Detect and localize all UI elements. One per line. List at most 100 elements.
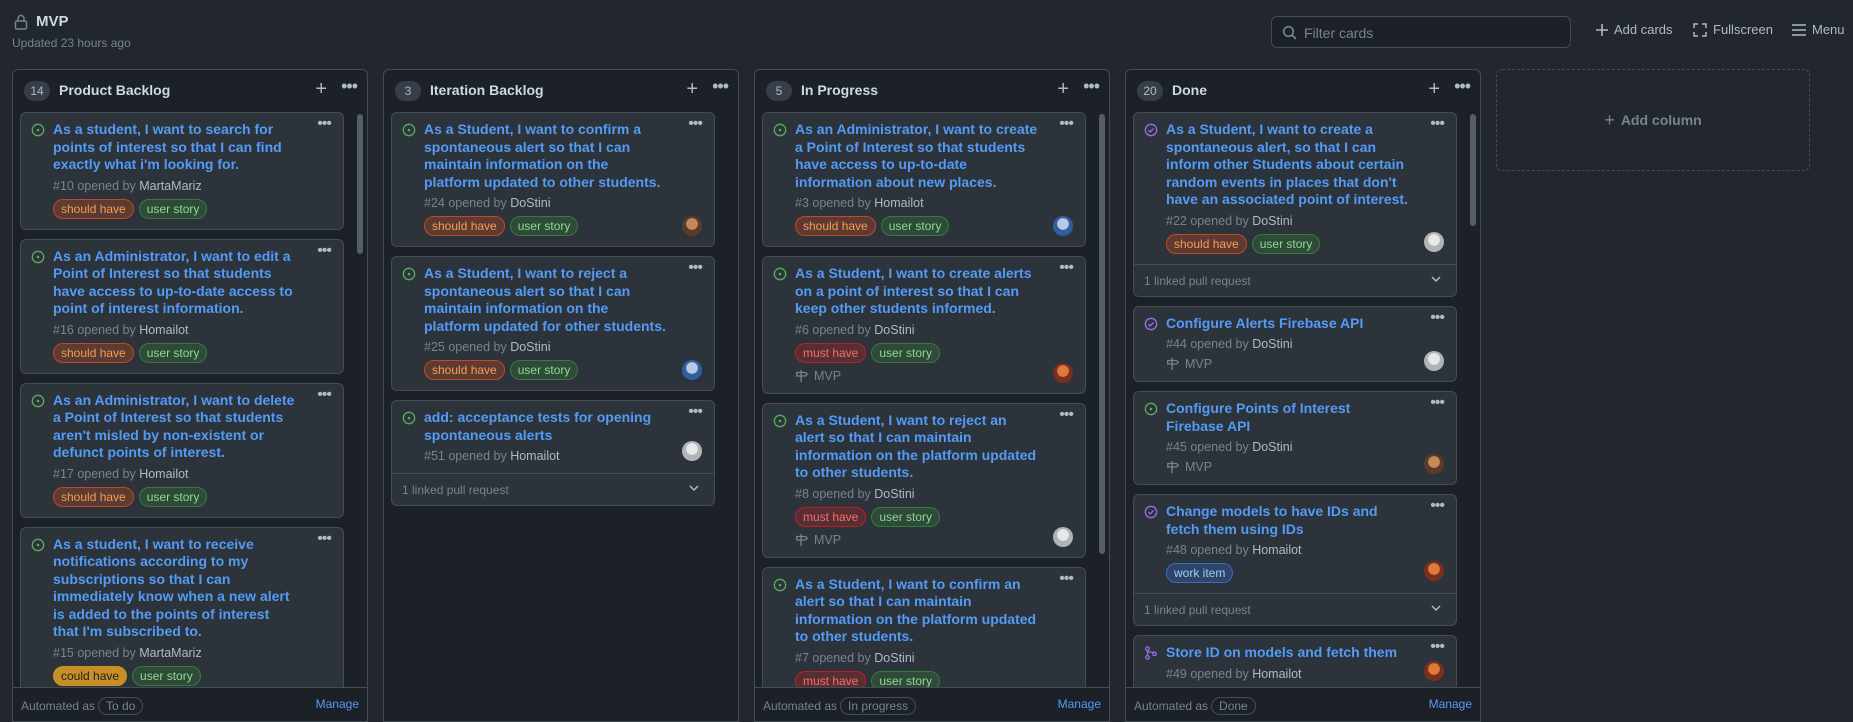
card-more-icon[interactable]: ••• xyxy=(317,115,332,133)
label-user[interactable]: user story xyxy=(880,216,950,236)
issue-author[interactable]: DoStini xyxy=(1252,337,1292,351)
assignee-avatar[interactable] xyxy=(1424,561,1444,581)
label-user[interactable]: user story xyxy=(509,216,579,236)
issue-card[interactable]: ••• As a Student, I want to create alert… xyxy=(762,256,1086,394)
issue-card[interactable]: ••• As an Administrator, I want to delet… xyxy=(20,382,344,518)
label-user[interactable]: user story xyxy=(871,342,941,363)
issue-author[interactable]: Homailot xyxy=(139,323,188,337)
assignee-avatar[interactable] xyxy=(1053,362,1073,383)
column-more-icon[interactable]: ••• xyxy=(1454,76,1471,97)
assignee-avatar[interactable] xyxy=(1424,454,1444,474)
issue-title-link[interactable]: As a Student, I want to reject an alert … xyxy=(795,412,1073,482)
issue-author[interactable]: DoStini xyxy=(1252,440,1292,454)
issue-card[interactable]: ••• As an Administrator, I want to creat… xyxy=(762,112,1086,247)
label-user[interactable]: user story xyxy=(871,506,941,527)
issue-author[interactable]: Homailot xyxy=(1252,543,1301,557)
issue-title-link[interactable]: Change models to have IDs and fetch them… xyxy=(1166,503,1444,538)
label-should[interactable]: should have xyxy=(53,342,134,363)
issue-card[interactable]: ••• As a Student, I want to confirm a sp… xyxy=(391,112,715,247)
issue-title-link[interactable]: As a Student, I want to create alerts on… xyxy=(795,265,1073,318)
issue-card[interactable]: ••• As a Student, I want to confirm an a… xyxy=(762,566,1086,690)
issue-title-link[interactable]: As an Administrator, I want to create a … xyxy=(795,121,1073,191)
issue-card[interactable]: ••• As a Student, I want to create a spo… xyxy=(1133,112,1457,297)
issue-author[interactable]: DoStini xyxy=(510,340,550,354)
issue-author[interactable]: MartaMariz xyxy=(139,179,202,193)
label-must[interactable]: must have xyxy=(795,506,867,527)
issue-author[interactable]: MartaMariz xyxy=(139,646,202,660)
assignee-avatar[interactable] xyxy=(1053,526,1073,547)
linked-pull-request-toggle[interactable]: 1 linked pull request xyxy=(392,473,714,505)
label-should[interactable]: should have xyxy=(1166,233,1247,254)
assignee-avatar[interactable] xyxy=(682,216,702,236)
card-more-icon[interactable]: ••• xyxy=(317,530,332,548)
issue-title-link[interactable]: As an Administrator, I want to delete a … xyxy=(53,392,331,462)
issue-card[interactable]: ••• As an Administrator, I want to edit … xyxy=(20,238,344,374)
issue-card[interactable]: ••• Change models to have IDs and fetch … xyxy=(1133,494,1457,626)
label-could[interactable]: could have xyxy=(53,665,128,686)
label-should[interactable]: should have xyxy=(53,198,134,219)
label-user[interactable]: user story xyxy=(138,486,208,507)
label-user[interactable]: user story xyxy=(509,360,579,380)
issue-title-link[interactable]: As a Student, I want to create a spontan… xyxy=(1166,121,1444,209)
issue-card[interactable]: ••• add: acceptance tests for opening sp… xyxy=(391,400,715,506)
card-more-icon[interactable]: ••• xyxy=(688,259,703,277)
card-more-icon[interactable]: ••• xyxy=(1430,638,1445,656)
add-card-plus-icon[interactable]: + xyxy=(1057,79,1069,99)
add-cards-button[interactable]: Add cards xyxy=(1596,22,1673,37)
issue-card[interactable]: ••• Configure Points of Interest Firebas… xyxy=(1133,391,1457,485)
issue-author[interactable]: DoStini xyxy=(1252,214,1292,228)
linked-pull-request-toggle[interactable]: 1 linked pull request xyxy=(1134,263,1456,296)
card-more-icon[interactable]: ••• xyxy=(688,115,703,133)
issue-title-link[interactable]: As a student, I want to receive notifica… xyxy=(53,536,331,641)
add-card-plus-icon[interactable]: + xyxy=(315,79,327,99)
label-user[interactable]: user story xyxy=(138,342,208,363)
manage-automation-link[interactable]: Manage xyxy=(1058,697,1101,711)
issue-title-link[interactable]: As a Student, I want to reject a spontan… xyxy=(424,265,702,335)
manage-automation-link[interactable]: Manage xyxy=(316,697,359,711)
label-user[interactable]: user story xyxy=(132,665,201,686)
issue-author[interactable]: Homailot xyxy=(874,196,923,210)
issue-card[interactable]: ••• As a student, I want to receive noti… xyxy=(20,526,344,690)
label-should[interactable]: should have xyxy=(795,216,876,236)
issue-author[interactable]: DoStini xyxy=(874,487,914,501)
assignee-avatar[interactable] xyxy=(1053,216,1073,236)
issue-card[interactable]: ••• Store ID on models and fetch them #4… xyxy=(1133,635,1457,690)
card-more-icon[interactable]: ••• xyxy=(317,242,332,260)
label-user[interactable]: user story xyxy=(138,198,208,219)
issue-title-link[interactable]: As a Student, I want to confirm a sponta… xyxy=(424,121,702,191)
issue-card[interactable]: ••• As a student, I want to search for p… xyxy=(20,112,344,230)
assignee-avatar[interactable] xyxy=(1424,231,1444,252)
column-scrollbar[interactable] xyxy=(357,114,363,254)
card-more-icon[interactable]: ••• xyxy=(317,386,332,404)
label-must[interactable]: must have xyxy=(795,342,867,363)
issue-card[interactable]: ••• As a Student, I want to reject a spo… xyxy=(391,256,715,391)
menu-button[interactable]: Menu xyxy=(1792,22,1845,37)
issue-author[interactable]: Homailot xyxy=(1252,667,1301,681)
card-more-icon[interactable]: ••• xyxy=(1430,497,1445,515)
issue-card[interactable]: ••• Configure Alerts Firebase API #44 op… xyxy=(1133,305,1457,382)
column-more-icon[interactable]: ••• xyxy=(341,76,358,97)
label-work[interactable]: work item xyxy=(1166,563,1234,583)
assignee-avatar[interactable] xyxy=(1424,660,1444,681)
issue-card[interactable]: ••• As a Student, I want to reject an al… xyxy=(762,402,1086,558)
issue-title-link[interactable]: As a student, I want to search for point… xyxy=(53,121,331,174)
card-more-icon[interactable]: ••• xyxy=(1430,309,1445,327)
card-more-icon[interactable]: ••• xyxy=(1430,394,1445,412)
milestone[interactable]: MVP xyxy=(1166,460,1444,474)
label-user[interactable]: user story xyxy=(1251,233,1321,254)
linked-pull-request-toggle[interactable]: 1 linked pull request xyxy=(1134,593,1456,625)
card-more-icon[interactable]: ••• xyxy=(688,403,703,421)
column-scrollbar[interactable] xyxy=(1470,114,1476,226)
issue-title-link[interactable]: Store ID on models and fetch them xyxy=(1166,644,1444,662)
issue-author[interactable]: DoStini xyxy=(874,323,914,337)
assignee-avatar[interactable] xyxy=(682,441,702,461)
card-more-icon[interactable]: ••• xyxy=(1059,259,1074,277)
assignee-avatar[interactable] xyxy=(1424,351,1444,371)
issue-title-link[interactable]: Configure Points of Interest Firebase AP… xyxy=(1166,400,1444,435)
issue-author[interactable]: Homailot xyxy=(139,467,188,481)
filter-cards-field[interactable] xyxy=(1271,16,1571,48)
column-more-icon[interactable]: ••• xyxy=(712,76,729,97)
issue-title-link[interactable]: Configure Alerts Firebase API xyxy=(1166,315,1444,333)
label-should[interactable]: should have xyxy=(53,486,134,507)
add-card-plus-icon[interactable]: + xyxy=(686,79,698,99)
